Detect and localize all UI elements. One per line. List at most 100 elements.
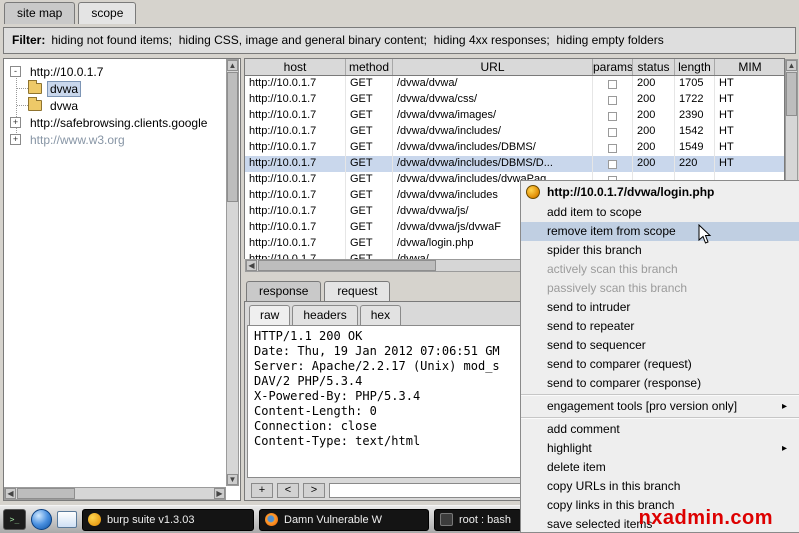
tree-item[interactable]: -http://10.0.1.7: [4, 63, 225, 80]
cell-params: [593, 140, 633, 156]
cell: 220: [675, 156, 715, 172]
submenu-arrow-icon: ▸: [782, 439, 787, 458]
cell: http://10.0.1.7: [245, 156, 346, 172]
scroll-right-icon[interactable]: ▶: [214, 488, 225, 499]
tree-item[interactable]: dvwa: [4, 97, 225, 114]
column-header-params[interactable]: params: [593, 59, 633, 75]
taskbar-button-label: Damn Vulnerable W: [284, 514, 382, 526]
site-map-tree-panel: -http://10.0.1.7dvwadvwa+http://safebrow…: [3, 58, 241, 501]
prev-match-button[interactable]: <: [277, 483, 299, 498]
cell: GET: [346, 92, 393, 108]
scroll-up-icon[interactable]: ▲: [786, 60, 797, 71]
cell: HT: [715, 76, 785, 92]
subtab-raw[interactable]: raw: [249, 305, 290, 325]
tab-scope[interactable]: scope: [78, 2, 136, 24]
tab-site-map[interactable]: site map: [4, 2, 75, 24]
cell: GET: [346, 220, 393, 236]
column-header-length[interactable]: length: [675, 59, 715, 75]
tab-request[interactable]: request: [324, 281, 390, 302]
cell: /dvwa/dvwa/includes/DBMS/D...: [393, 156, 593, 172]
table-row[interactable]: http://10.0.1.7GET/dvwa/dvwa/includes/20…: [245, 124, 784, 140]
checkbox-icon: [608, 80, 617, 89]
scrollbar-thumb[interactable]: [258, 260, 436, 271]
table-row[interactable]: http://10.0.1.7GET/dvwa/dvwa/images/2002…: [245, 108, 784, 124]
table-row[interactable]: http://10.0.1.7GET/dvwa/dvwa/2001705HT: [245, 76, 784, 92]
cell: http://10.0.1.7: [245, 252, 346, 259]
column-header-status[interactable]: status: [633, 59, 675, 75]
tab-response[interactable]: response: [246, 281, 321, 302]
menu-item-send-to-repeater[interactable]: send to repeater: [521, 317, 799, 336]
cell: http://10.0.1.7: [245, 124, 346, 140]
subtab-hex[interactable]: hex: [360, 305, 401, 325]
menu-item-engagement-tools-pro-version-only[interactable]: engagement tools [pro version only]▸: [521, 397, 799, 416]
cell: http://10.0.1.7: [245, 172, 346, 188]
burp-icon: [88, 513, 101, 526]
checkbox-icon: [608, 160, 617, 169]
cell: 200: [633, 156, 675, 172]
subtab-headers[interactable]: headers: [292, 305, 357, 325]
menu-item-highlight[interactable]: highlight▸: [521, 439, 799, 458]
cell-params: [593, 76, 633, 92]
taskbar-button-burp-suite-v1-3-03[interactable]: burp suite v1.3.03: [82, 509, 254, 531]
cell: GET: [346, 76, 393, 92]
taskbar-button-root-bash[interactable]: root : bash: [434, 509, 522, 531]
scroll-up-icon[interactable]: ▲: [227, 60, 238, 71]
tree-toggle-icon[interactable]: -: [10, 66, 21, 77]
cell: GET: [346, 236, 393, 252]
menu-item-add-comment[interactable]: add comment: [521, 420, 799, 439]
cell: http://10.0.1.7: [245, 76, 346, 92]
scroll-down-icon[interactable]: ▼: [227, 474, 238, 485]
table-row[interactable]: http://10.0.1.7GET/dvwa/dvwa/includes/DB…: [245, 140, 784, 156]
browser-launcher-icon[interactable]: [31, 509, 52, 530]
cell: GET: [346, 108, 393, 124]
next-match-button[interactable]: >: [303, 483, 325, 498]
filter-bar[interactable]: Filter:hiding not found items; hiding CS…: [3, 27, 796, 54]
table-row[interactable]: http://10.0.1.7GET/dvwa/dvwa/includes/DB…: [245, 156, 784, 172]
scroll-left-icon[interactable]: ◀: [5, 488, 16, 499]
tree-item[interactable]: +http://safebrowsing.clients.google: [4, 114, 225, 131]
cell: GET: [346, 156, 393, 172]
taskbar-button-damn-vulnerable-w[interactable]: Damn Vulnerable W: [259, 509, 429, 531]
scrollbar-thumb[interactable]: [786, 72, 797, 116]
column-header-mim[interactable]: MIM: [715, 59, 786, 75]
menu-item-send-to-sequencer[interactable]: send to sequencer: [521, 336, 799, 355]
tree-toggle-icon[interactable]: +: [10, 117, 21, 128]
cell: 200: [633, 108, 675, 124]
table-row[interactable]: http://10.0.1.7GET/dvwa/dvwa/css/2001722…: [245, 92, 784, 108]
message-subtabs: rawheadershex: [249, 305, 401, 325]
menu-item-send-to-comparer-response[interactable]: send to comparer (response): [521, 374, 799, 393]
tree-item[interactable]: +http://www.w3.org: [4, 131, 225, 148]
menu-item-spider-this-branch[interactable]: spider this branch: [521, 241, 799, 260]
menu-item-send-to-intruder[interactable]: send to intruder: [521, 298, 799, 317]
tree-item[interactable]: dvwa: [4, 80, 225, 97]
toolbar-plus-button[interactable]: +: [251, 483, 273, 498]
folder-icon: [28, 100, 42, 111]
menu-separator: [521, 394, 799, 396]
cell: GET: [346, 252, 393, 259]
tree-horizontal-scrollbar[interactable]: ◀ ▶: [4, 487, 226, 500]
tree-toggle-icon[interactable]: +: [10, 134, 21, 145]
cell: http://10.0.1.7: [245, 204, 346, 220]
mini-buttons: + < >: [251, 483, 325, 498]
column-header-method[interactable]: method: [346, 59, 393, 75]
tree-vertical-scrollbar[interactable]: ▲ ▼: [226, 59, 239, 486]
display-launcher-icon[interactable]: [57, 511, 77, 528]
menu-item-send-to-comparer-request[interactable]: send to comparer (request): [521, 355, 799, 374]
column-header-url[interactable]: URL: [393, 59, 593, 75]
menu-item-delete-item[interactable]: delete item: [521, 458, 799, 477]
cell: GET: [346, 140, 393, 156]
menu-item-copy-urls-in-this-branch[interactable]: copy URLs in this branch: [521, 477, 799, 496]
table-header: hostmethodURLparamsstatuslengthMIM: [244, 58, 785, 76]
column-header-host[interactable]: host: [245, 59, 346, 75]
menu-item-remove-item-from-scope[interactable]: remove item from scope: [521, 222, 799, 241]
scroll-left-icon[interactable]: ◀: [246, 260, 257, 271]
menu-item-passively-scan-this-branch: passively scan this branch: [521, 279, 799, 298]
scrollbar-thumb[interactable]: [227, 72, 238, 202]
scrollbar-thumb[interactable]: [17, 488, 75, 499]
terminal-launcher-icon[interactable]: >_: [3, 509, 26, 530]
menu-item-add-item-to-scope[interactable]: add item to scope: [521, 203, 799, 222]
cell: /dvwa/dvwa/images/: [393, 108, 593, 124]
cell: http://10.0.1.7: [245, 188, 346, 204]
cell: /dvwa/dvwa/css/: [393, 92, 593, 108]
tree-item-label: dvwa: [47, 98, 81, 114]
